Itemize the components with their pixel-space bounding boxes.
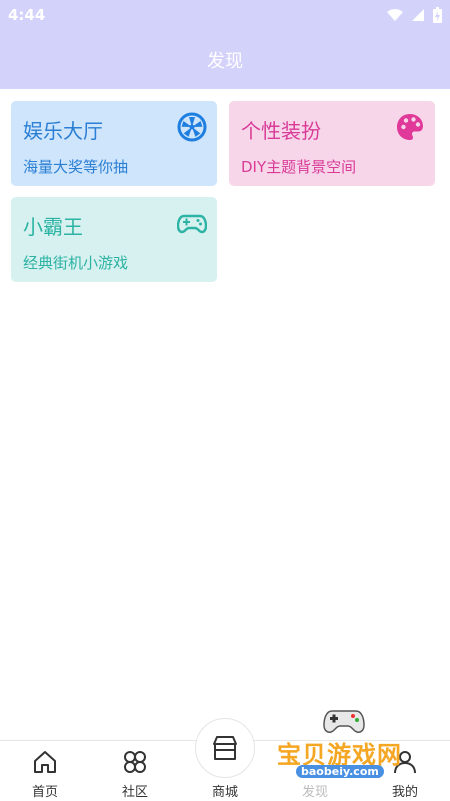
status-bar: 4:44 — [0, 0, 450, 32]
tab-label: 社区 — [121, 785, 148, 800]
tab-label: 商城 — [211, 785, 238, 800]
card-personal-decoration[interactable]: 个性装扮 DIY主题背景空间 — [229, 101, 435, 186]
status-icons — [387, 7, 442, 23]
community-icon — [124, 751, 146, 773]
tab-label: 首页 — [31, 785, 58, 800]
card-subtitle: 经典街机小游戏 — [23, 254, 129, 272]
watermark-url: baobeiy.com — [296, 765, 384, 778]
header: 4:44 发现 — [0, 0, 450, 89]
palette-icon — [397, 114, 423, 140]
card-title: 娱乐大厅 — [23, 119, 103, 143]
card-title: 个性装扮 — [241, 119, 321, 143]
home-icon — [34, 751, 56, 773]
page-title: 发现 — [207, 51, 243, 72]
card-entertainment-hall[interactable]: 娱乐大厅 海量大奖等你抽 — [11, 101, 217, 186]
gamepad-logo-icon — [323, 710, 365, 733]
gamepad-icon — [177, 214, 207, 234]
card-subtitle: 海量大奖等你抽 — [23, 158, 129, 176]
card-subtitle: DIY主题背景空间 — [241, 158, 357, 176]
shop-icon — [213, 736, 237, 760]
wheel-icon — [177, 112, 207, 142]
status-time: 4:44 — [8, 6, 46, 24]
card-xiaobawang[interactable]: 小霸王 经典街机小游戏 — [11, 197, 217, 282]
shop-button[interactable] — [195, 718, 255, 778]
tab-community[interactable]: 社区 — [100, 741, 170, 801]
watermark: 宝贝游戏网 baobeiy.com — [272, 705, 422, 785]
signal-icon — [412, 9, 424, 21]
tab-home[interactable]: 首页 — [10, 741, 80, 801]
battery-icon — [433, 7, 442, 23]
wifi-icon — [387, 9, 403, 21]
card-title: 小霸王 — [23, 215, 83, 239]
